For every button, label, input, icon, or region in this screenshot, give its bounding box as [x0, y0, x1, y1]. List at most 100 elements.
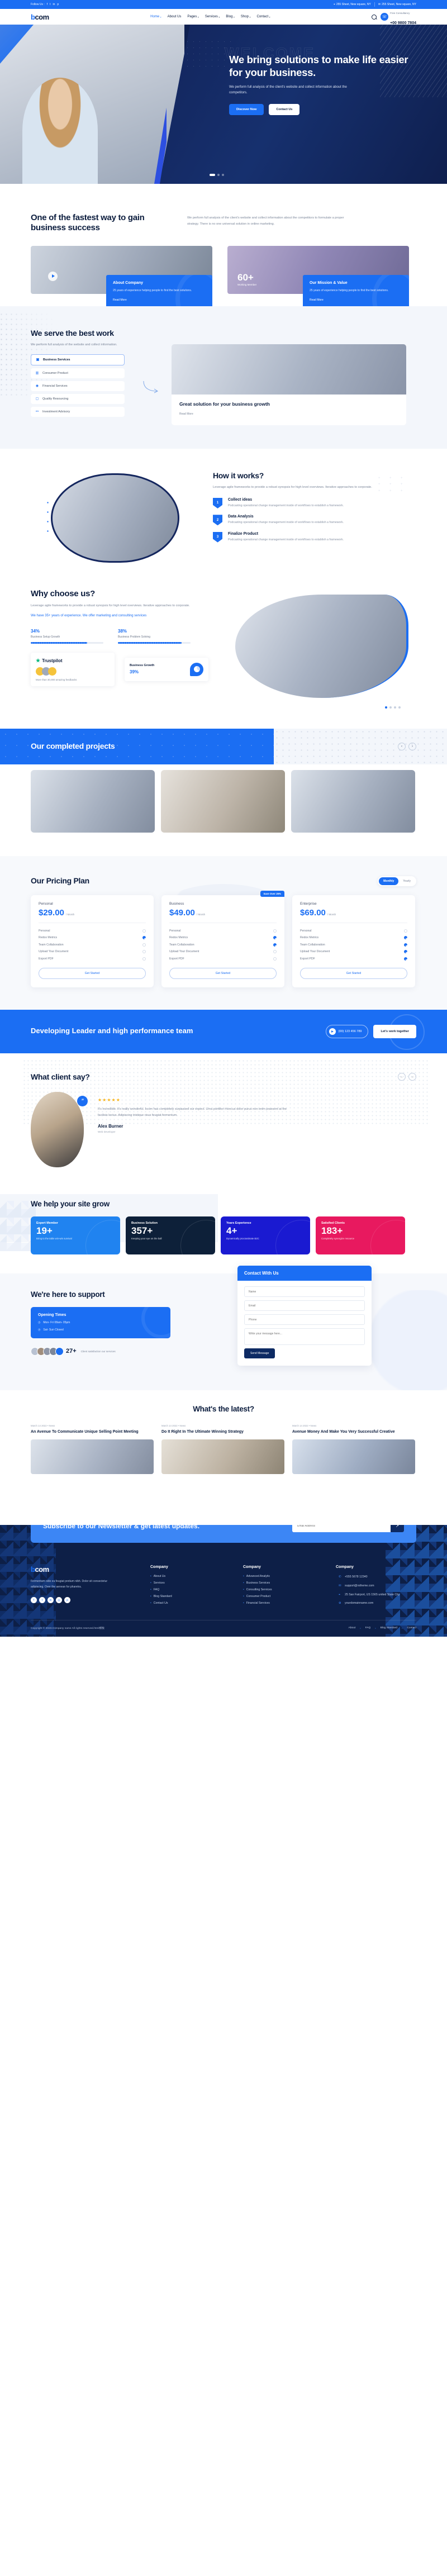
- nav-item-shop[interactable]: Shop ▾: [241, 15, 251, 18]
- slider-dot-2[interactable]: [389, 706, 392, 709]
- slider-dot-1[interactable]: [210, 174, 215, 176]
- tab-consumer-product[interactable]: ▥ Consumer Product: [31, 368, 125, 378]
- address-item-1: ⌖ 255 Sheet, New square, NY: [334, 3, 371, 6]
- blog-post-card[interactable]: March 14 2022 • News Avenue Money And Ma…: [292, 1424, 415, 1475]
- footer-link[interactable]: Consulting Services: [243, 1588, 324, 1591]
- footer-link[interactable]: Blog Standard: [150, 1595, 231, 1598]
- toggle-yearly[interactable]: Yearly: [398, 877, 415, 885]
- discover-now-button[interactable]: Discover Now: [229, 103, 264, 115]
- nav-item-home[interactable]: Home ▾: [150, 15, 161, 18]
- toggle-monthly[interactable]: Monthly: [379, 877, 399, 885]
- contact-list: ✆ +555 5678 12340 ✉ support@rstheme.com ⌖ 2…: [336, 1575, 416, 1607]
- play-icon[interactable]: [48, 271, 58, 281]
- project-card[interactable]: [161, 769, 285, 833]
- project-card[interactable]: [291, 769, 415, 833]
- footer-column-company-1: Company About Us Services FAQ Blog Stand…: [150, 1565, 231, 1607]
- send-message-button[interactable]: Send Message: [244, 1348, 275, 1359]
- site-logo[interactable]: b com: [31, 13, 49, 21]
- footer-link[interactable]: Services: [150, 1581, 231, 1585]
- feature-check-icon: [142, 943, 146, 947]
- prev-arrow-icon[interactable]: ←: [398, 1073, 406, 1081]
- get-started-button[interactable]: Get Started: [39, 967, 146, 979]
- footer-link[interactable]: Contact Us: [150, 1601, 231, 1605]
- footer-link[interactable]: Financial Services: [243, 1601, 324, 1605]
- message-field[interactable]: [244, 1328, 365, 1346]
- nav-item-contact[interactable]: Contact ▾: [256, 15, 270, 18]
- serve-read-more-link[interactable]: Read More: [179, 412, 193, 416]
- contact-us-button[interactable]: Contact Us: [269, 103, 300, 115]
- social-links[interactable]: f t in p: [47, 3, 59, 6]
- slider-dot-1[interactable]: [385, 706, 387, 709]
- contact-phone-item[interactable]: ✆ +555 5678 12340: [336, 1575, 416, 1580]
- footer-link-contact[interactable]: Contact: [407, 1627, 416, 1629]
- newsletter-email-input[interactable]: [292, 1525, 391, 1533]
- nav-item-blog[interactable]: Blog ▾: [226, 15, 235, 18]
- get-started-button[interactable]: Get Started: [300, 967, 407, 979]
- avatar-group: [36, 667, 110, 676]
- slider-dot-2[interactable]: [217, 174, 220, 176]
- footer-link[interactable]: Advanced Analytic: [243, 1575, 324, 1578]
- project-card[interactable]: [31, 769, 155, 833]
- footer-link[interactable]: About Us: [150, 1575, 231, 1578]
- twitter-icon[interactable]: t: [39, 1597, 45, 1604]
- hero-slider-dots[interactable]: [210, 174, 224, 176]
- contact-website-item[interactable]: ⊕ yourdomainname.com: [336, 1601, 416, 1607]
- phone-field[interactable]: [244, 1314, 365, 1325]
- progress-track: [118, 641, 191, 644]
- linkedin-icon[interactable]: in: [53, 3, 55, 6]
- footer-link[interactable]: FAQ: [150, 1588, 231, 1591]
- search-icon[interactable]: [372, 14, 377, 20]
- lets-work-together-button[interactable]: Let's work together: [373, 1024, 416, 1038]
- blog-post-card[interactable]: March 14 2022 • News An Avenue To Commun…: [31, 1424, 154, 1475]
- footer-logo[interactable]: b com: [31, 1565, 138, 1574]
- feature-label: Team Collaboration: [39, 943, 64, 947]
- tab-business-services[interactable]: ▣ Business Services: [31, 354, 125, 365]
- read-more-link[interactable]: Read More: [113, 298, 127, 302]
- name-field[interactable]: [244, 1286, 365, 1297]
- hero-buttons: Discover Now Contact Us: [229, 103, 413, 115]
- get-started-button[interactable]: Get Started: [169, 967, 277, 979]
- footer-link[interactable]: Consumer Product: [243, 1595, 324, 1598]
- tab-investment-advisory[interactable]: ⚯ Investment Advisory: [31, 406, 125, 417]
- next-arrow-icon[interactable]: ›: [408, 742, 416, 750]
- contact-email-item[interactable]: ✉ support@rstheme.com: [336, 1584, 416, 1589]
- facebook-icon[interactable]: f: [31, 1597, 37, 1604]
- tab-financial-services[interactable]: ◉ Financial Services: [31, 381, 125, 391]
- nav-item-services[interactable]: Services ▾: [205, 15, 220, 18]
- call-pill[interactable]: (00) 123 456 789: [325, 1024, 369, 1038]
- tab-quality-resourcing[interactable]: ▢ Quality Resourcing: [31, 393, 125, 404]
- prev-arrow-icon[interactable]: ‹: [398, 742, 406, 750]
- footer-socials: f t in ◎ p: [31, 1597, 138, 1604]
- blog-post-card[interactable]: March 14 2022 • News Do It Right In The …: [161, 1424, 284, 1475]
- plan-feature: Upload Your Document: [39, 948, 146, 955]
- about-card-company: About Company 25 years of experience hel…: [31, 245, 212, 311]
- testimonial-avatar-wrap: ”: [31, 1091, 88, 1167]
- linkedin-icon[interactable]: in: [47, 1597, 54, 1604]
- newsletter-submit-button[interactable]: ↗: [391, 1525, 404, 1533]
- slider-dot-4[interactable]: [398, 706, 401, 709]
- footer-link-faq[interactable]: FAQ: [365, 1627, 371, 1629]
- projects-arrows: ‹ ›: [398, 742, 416, 750]
- pinterest-icon[interactable]: p: [57, 3, 59, 6]
- nav-item-about-us[interactable]: About Us: [168, 15, 182, 18]
- pinterest-icon[interactable]: p: [64, 1597, 70, 1604]
- next-arrow-icon[interactable]: →: [408, 1073, 416, 1081]
- stat-desc: Completely synergize resource: [321, 1237, 354, 1240]
- footer-link-blog-standard[interactable]: Blog Standard: [381, 1627, 397, 1629]
- slider-dot-3[interactable]: [394, 706, 396, 709]
- email-field[interactable]: [244, 1300, 365, 1311]
- stat-desc: Bring to the table win-win survival: [36, 1237, 72, 1240]
- nav-item-pages[interactable]: Pages ▾: [187, 15, 199, 18]
- feature-label: Export PDF: [39, 957, 54, 961]
- footer-link[interactable]: Business Services: [243, 1581, 324, 1585]
- slider-dot-3[interactable]: [222, 174, 224, 176]
- footer-link-about[interactable]: About: [349, 1627, 356, 1629]
- read-more-link[interactable]: Read More: [310, 298, 324, 302]
- consultancy-phone[interactable]: ☏ Free Consultancy +00 9800 7804: [381, 7, 416, 27]
- why-choose-us-section: Why choose us? Leverage agile frameworks…: [0, 583, 447, 729]
- instagram-icon[interactable]: ◎: [56, 1597, 62, 1604]
- why-slider-dots[interactable]: [385, 706, 401, 709]
- link-label: FAQ: [153, 1588, 160, 1592]
- how-image-wrap: [31, 469, 198, 567]
- avatar-plus-icon[interactable]: [55, 1347, 64, 1356]
